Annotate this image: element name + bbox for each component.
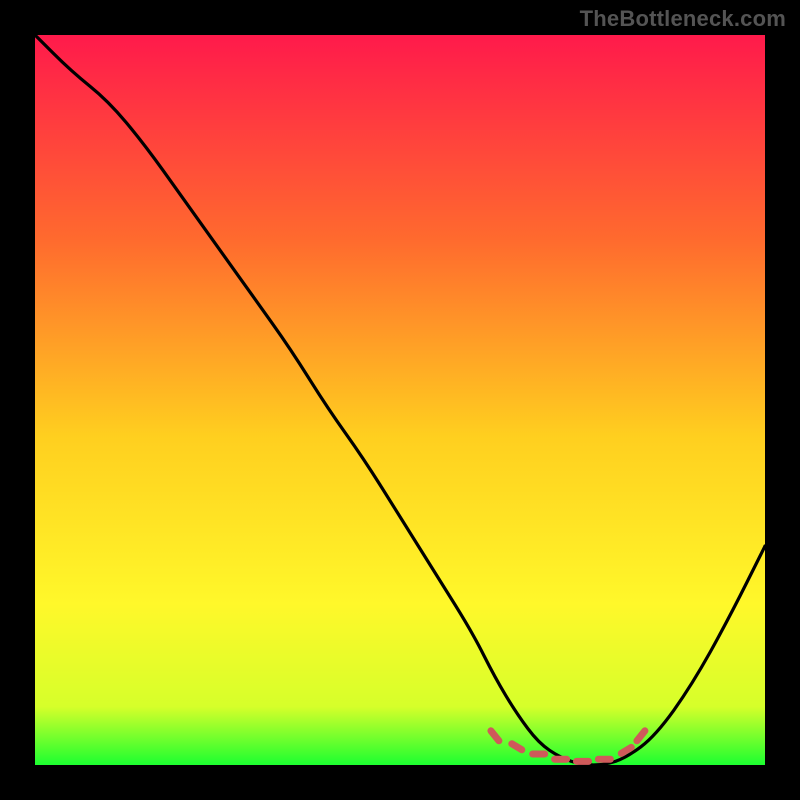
watermark-text: TheBottleneck.com [580, 6, 786, 32]
chart-svg [0, 0, 800, 800]
bottleneck-chart: TheBottleneck.com [0, 0, 800, 800]
